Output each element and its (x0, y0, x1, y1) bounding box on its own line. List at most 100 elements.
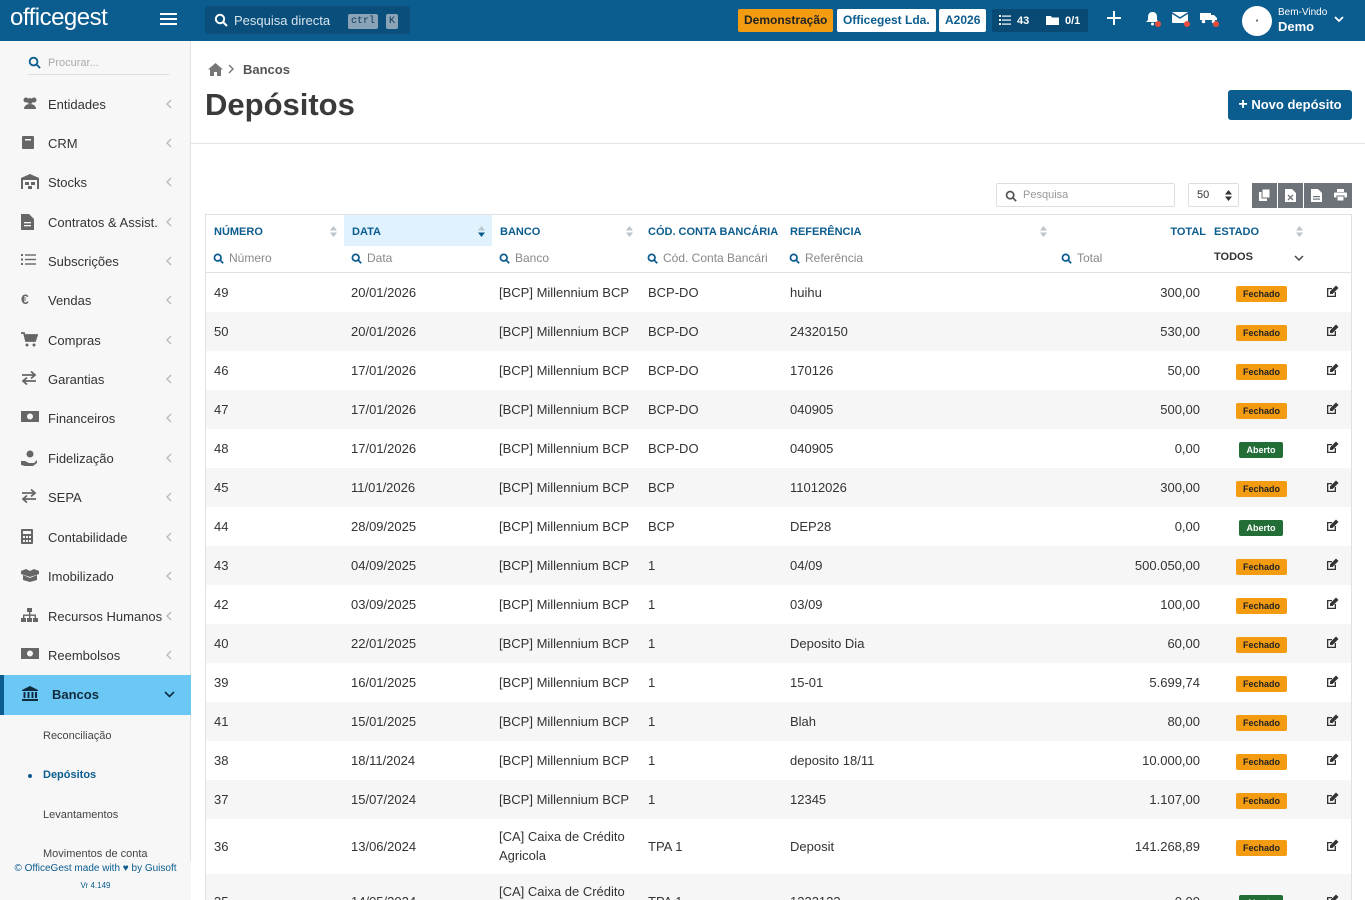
sidebar-item-sepa[interactable]: SEPA (0, 478, 191, 517)
table-row[interactable]: 50 20/01/2026 [BCP] Millennium BCP BCP-DO 24… (206, 312, 1351, 351)
sidebar-item-compras[interactable]: Compras (0, 321, 191, 360)
table-row[interactable]: 40 22/01/2025 [BCP] Millennium BCP 1 Deposit… (206, 624, 1351, 663)
cell-cod-conta: 1 (648, 675, 656, 690)
sidebar-item-recursos-humanos[interactable]: Recursos Humanos (0, 597, 191, 636)
footer-credit[interactable]: © OfficeGest made with ♥ by Guisoft (0, 863, 191, 874)
edit-icon[interactable] (1326, 714, 1339, 727)
cell-total: 1.107,00 (1149, 792, 1200, 807)
table-row[interactable]: 36 13/06/2024 [CA] Caixa de Crédito Agrico… (206, 819, 1351, 874)
edit-icon[interactable] (1326, 597, 1339, 610)
table-row[interactable]: 44 28/09/2025 [BCP] Millennium BCP BCP DEP28… (206, 507, 1351, 546)
edit-icon[interactable] (1326, 636, 1339, 649)
sidebar-item-stocks[interactable]: Stocks (0, 163, 191, 202)
quick-search[interactable]: Pesquisa directa ctrl K (205, 6, 410, 34)
col-header-estado[interactable]: ESTADO (1206, 215, 1306, 246)
table-row[interactable]: 35 14/05/2024 [CA] Caixa de Crédito Agrico… (206, 874, 1351, 900)
home-icon[interactable] (208, 63, 223, 76)
table-row[interactable]: 45 11/01/2026 [BCP] Millennium BCP BCP 11012… (206, 468, 1351, 507)
sidebar-subitem-depositos[interactable]: Depósitos (0, 761, 191, 791)
edit-icon[interactable] (1326, 480, 1339, 493)
edit-icon[interactable] (1326, 441, 1339, 454)
year-badge[interactable]: A2026 (939, 9, 987, 32)
col-header-data[interactable]: DATA (344, 215, 492, 246)
status-badge: Fechado (1236, 598, 1287, 614)
table-row[interactable]: 37 15/07/2024 [BCP] Millennium BCP 1 12345 1.… (206, 780, 1351, 819)
cell-cod-conta: 1 (648, 753, 656, 768)
edit-icon[interactable] (1326, 363, 1339, 376)
pdf-button[interactable] (1304, 183, 1329, 208)
copy-button[interactable] (1252, 183, 1277, 208)
cell-data: 16/01/2025 (351, 675, 417, 690)
sidebar-item-fidelizacao[interactable]: Fidelização (0, 439, 191, 478)
edit-icon[interactable] (1326, 285, 1339, 298)
print-button[interactable] (1327, 183, 1352, 208)
sidebar-item-crm[interactable]: CRM (0, 124, 191, 163)
sidebar-item-vendas[interactable]: € Vendas (0, 281, 191, 320)
sidebar-subitem-reconciliacao[interactable]: Reconciliação (0, 722, 191, 752)
cell-total: 5.699,74 (1149, 675, 1200, 690)
sidebar-item-contratos[interactable]: Contratos & Assist. (0, 203, 191, 242)
table-row[interactable]: 49 20/01/2026 [BCP] Millennium BCP BCP-DO hu… (206, 273, 1351, 312)
table-row[interactable]: 39 16/01/2025 [BCP] Millennium BCP 1 15-01 5.… (206, 663, 1351, 702)
sidebar-item-financeiros[interactable]: Financeiros (0, 399, 191, 438)
sidebar-item-bancos[interactable]: Bancos (0, 675, 191, 715)
org-icon (21, 608, 38, 623)
logo[interactable]: officegest (10, 4, 108, 32)
warehouse-icon (21, 174, 39, 189)
sidebar-subitem-levantamentos[interactable]: Levantamentos (0, 801, 191, 831)
chevron-left-icon (166, 453, 172, 463)
status-badge: Fechado (1236, 481, 1287, 497)
sidebar-item-reembolsos[interactable]: Reembolsos (0, 636, 191, 675)
table-row[interactable]: 46 17/01/2026 [BCP] Millennium BCP BCP-DO 17… (206, 351, 1351, 390)
edit-icon[interactable] (1326, 558, 1339, 571)
company-badge[interactable]: Officegest Lda. (837, 9, 936, 32)
col-header-total[interactable]: TOTAL (1052, 215, 1210, 246)
cell-total: 300,00 (1160, 285, 1200, 300)
menu-toggle-icon[interactable] (160, 12, 177, 26)
folder-icon (1046, 14, 1059, 26)
edit-icon[interactable] (1326, 753, 1339, 766)
counters[interactable]: 43 0/1 (992, 9, 1088, 32)
edit-icon[interactable] (1326, 839, 1339, 852)
edit-icon[interactable] (1326, 324, 1339, 337)
table-row[interactable]: 41 15/01/2025 [BCP] Millennium BCP 1 Blah 80,… (206, 702, 1351, 741)
table-search-input[interactable]: Pesquisa (996, 183, 1175, 207)
cell-data: 03/09/2025 (351, 597, 417, 612)
sidebar-search[interactable]: Procurar... (28, 53, 169, 75)
sidebar-item-garantias[interactable]: Garantias (0, 360, 191, 399)
col-header-label: ESTADO (1214, 226, 1260, 238)
breadcrumb[interactable]: Bancos (243, 62, 290, 77)
edit-icon[interactable] (1326, 675, 1339, 688)
table-row[interactable]: 42 03/09/2025 [BCP] Millennium BCP 1 03/09 10… (206, 585, 1351, 624)
table-row[interactable]: 38 18/11/2024 [BCP] Millennium BCP 1 deposit… (206, 741, 1351, 780)
col-header-referencia[interactable]: REFERÊNCIA (782, 215, 1052, 246)
edit-icon[interactable] (1326, 894, 1339, 900)
table-row[interactable]: 47 17/01/2026 [BCP] Millennium BCP BCP-DO 04… (206, 390, 1351, 429)
sidebar-item-contabilidade[interactable]: Contabilidade (0, 518, 191, 557)
table-row[interactable]: 48 17/01/2026 [BCP] Millennium BCP BCP-DO 04… (206, 429, 1351, 468)
filter-cod-conta[interactable]: Cód. Conta Bancári (647, 251, 775, 267)
sidebar-footer: © OfficeGest made with ♥ by Guisoft Vr 4… (0, 861, 191, 900)
sidebar-item-entidades[interactable]: Entidades (0, 85, 191, 124)
cell-banco: [BCP] Millennium BCP (499, 285, 630, 300)
page-size-select[interactable]: 50 (1188, 183, 1239, 207)
col-header-banco[interactable]: BANCO (492, 215, 640, 246)
sidebar-item-subscricoes[interactable]: Subscrições (0, 242, 191, 281)
table-row[interactable]: 43 04/09/2025 [BCP] Millennium BCP 1 04/09 50… (206, 546, 1351, 585)
username[interactable]: Demo (1278, 19, 1314, 34)
sidebar-item-imobilizado[interactable]: Imobilizado (0, 557, 191, 596)
excel-button[interactable] (1278, 183, 1303, 208)
cell-referencia: 04/09 (790, 558, 823, 573)
col-header-cod-conta[interactable]: CÓD. CONTA BANCÁRIA (640, 215, 782, 246)
new-deposit-button[interactable]: + Novo depósito (1228, 90, 1352, 120)
chevron-down-icon (164, 691, 175, 698)
avatar[interactable]: ● (1242, 6, 1272, 36)
plus-icon[interactable] (1107, 11, 1121, 25)
col-header-numero[interactable]: NÚMERO (206, 215, 344, 246)
edit-icon[interactable] (1326, 519, 1339, 532)
edit-icon[interactable] (1326, 792, 1339, 805)
edit-icon[interactable] (1326, 402, 1339, 415)
calculator-icon (21, 529, 33, 544)
demo-badge[interactable]: Demonstração (738, 9, 834, 32)
chevron-down-icon[interactable] (1334, 16, 1344, 23)
